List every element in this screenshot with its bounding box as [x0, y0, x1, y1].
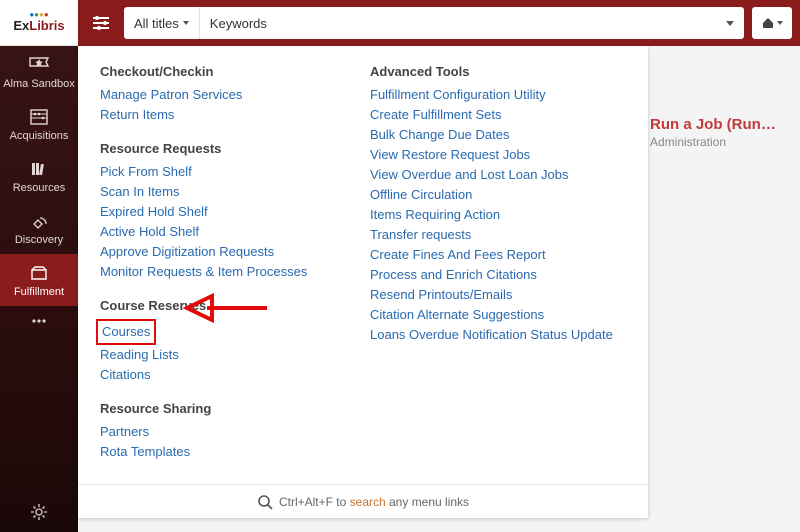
menu-item-partners[interactable]: Partners	[100, 422, 330, 442]
menu-item-return-items[interactable]: Return Items	[100, 105, 330, 125]
menu-item-reading-lists[interactable]: Reading Lists	[100, 345, 330, 365]
menu-item-approve-digitization-requests[interactable]: Approve Digitization Requests	[100, 242, 330, 262]
recent-activity-title: Run a Job (Run…	[650, 116, 790, 133]
topbar: All titles Keywords	[78, 0, 800, 46]
menu-group-checkout-checkin: Checkout/Checkin Manage Patron ServicesRe…	[100, 64, 330, 125]
menu-column-left: Checkout/CheckinManage Patron ServicesRe…	[100, 64, 330, 478]
menu-item-monitor-requests-item-processes[interactable]: Monitor Requests & Item Processes	[100, 262, 330, 282]
nav-more[interactable]	[0, 306, 78, 338]
hint-post: any menu links	[386, 495, 469, 509]
hint-pre: Ctrl+Alt+F to	[279, 495, 350, 509]
menu-item-fulfillment-configuration-utility[interactable]: Fulfillment Configuration Utility	[370, 85, 613, 105]
star-badge-icon	[28, 56, 50, 74]
menu-item-active-hold-shelf[interactable]: Active Hold Shelf	[100, 222, 330, 242]
menu-item-rota-templates[interactable]: Rota Templates	[100, 442, 330, 462]
menu-item-items-requiring-action[interactable]: Items Requiring Action	[370, 205, 613, 225]
home-dropdown-button[interactable]	[752, 7, 792, 39]
menu-item-resend-printouts-emails[interactable]: Resend Printouts/Emails	[370, 285, 613, 305]
satellite-icon	[28, 212, 50, 230]
menu-group-header: Resource Requests	[100, 141, 330, 156]
menu-item-bulk-change-due-dates[interactable]: Bulk Change Due Dates	[370, 125, 613, 145]
menu-item-offline-circulation[interactable]: Offline Circulation	[370, 185, 613, 205]
nav-alma-sandbox[interactable]: Alma Sandbox	[0, 46, 78, 98]
gear-icon	[29, 502, 49, 522]
menu-item-create-fulfillment-sets[interactable]: Create Fulfillment Sets	[370, 105, 613, 125]
menu-group-header: Advanced Tools	[370, 64, 613, 79]
menu-group-header: Resource Sharing	[100, 401, 330, 416]
menu-item-expired-hold-shelf[interactable]: Expired Hold Shelf	[100, 202, 330, 222]
menu-group-advanced-tools: Advanced Tools Fulfillment Configuration …	[370, 64, 613, 345]
nav-label: Discovery	[15, 234, 63, 246]
search-icon	[257, 494, 273, 510]
nav-label: Fulfillment	[14, 286, 64, 298]
menu-item-citations[interactable]: Citations	[100, 365, 330, 385]
menu-item-transfer-requests[interactable]: Transfer requests	[370, 225, 613, 245]
nav-acquisitions[interactable]: Acquisitions	[0, 98, 78, 150]
menu-search-hint: Ctrl+Alt+F to search any menu links	[78, 484, 648, 518]
books-icon	[28, 160, 50, 178]
menu-group-resource-sharing: Resource Sharing PartnersRota Templates	[100, 401, 330, 462]
home-icon	[761, 16, 775, 30]
menu-item-courses[interactable]: Courses	[102, 322, 150, 342]
search-scope-dropdown[interactable]: All titles	[124, 7, 200, 39]
menu-column-right: Advanced Tools Fulfillment Configuration …	[370, 64, 613, 478]
menu-item-create-fines-and-fees-report[interactable]: Create Fines And Fees Report	[370, 245, 613, 265]
logo[interactable]: ●●●● ExLibris	[0, 0, 78, 46]
chevron-down-icon	[726, 21, 734, 26]
menu-item-view-restore-request-jobs[interactable]: View Restore Request Jobs	[370, 145, 613, 165]
box-open-icon	[28, 264, 50, 282]
more-horizontal-icon	[28, 316, 50, 326]
nav-discovery[interactable]: Discovery	[0, 202, 78, 254]
menu-item-manage-patron-services[interactable]: Manage Patron Services	[100, 85, 330, 105]
menu-group-header: Course Reserves	[100, 298, 330, 313]
chevron-down-icon	[183, 21, 189, 25]
hint-highlight: search	[350, 495, 386, 509]
recent-activity-card[interactable]: Run a Job (Run… Administration	[650, 116, 790, 149]
menu-item-scan-in-items[interactable]: Scan In Items	[100, 182, 330, 202]
left-sidebar: ●●●● ExLibris Alma Sandbox Acquisitions …	[0, 0, 78, 532]
menu-item-process-and-enrich-citations[interactable]: Process and Enrich Citations	[370, 265, 613, 285]
nav-label: Resources	[13, 182, 66, 194]
menu-group-course-reserves: Course Reserves Courses Reading ListsCitat…	[100, 298, 330, 385]
search-mode-label: Keywords	[210, 16, 267, 31]
recent-activity-subtitle: Administration	[650, 135, 790, 149]
sliders-icon	[91, 14, 111, 32]
chevron-down-icon	[777, 21, 783, 25]
nav-label: Acquisitions	[10, 130, 69, 142]
abacus-icon	[28, 108, 50, 126]
nav-fulfillment[interactable]: Fulfillment	[0, 254, 78, 306]
filter-toggle-button[interactable]	[86, 8, 116, 38]
nav-resources[interactable]: Resources	[0, 150, 78, 202]
menu-group-resource-requests: Resource Requests Pick From ShelfScan In …	[100, 141, 330, 282]
annotation-highlight-box: Courses	[96, 319, 156, 345]
menu-item-view-overdue-and-lost-loan-jobs[interactable]: View Overdue and Lost Loan Jobs	[370, 165, 613, 185]
logo-text-part2: Libris	[29, 18, 64, 33]
menu-item-loans-overdue-notification-status-update[interactable]: Loans Overdue Notification Status Update	[370, 325, 613, 345]
nav-label: Alma Sandbox	[3, 78, 75, 90]
menu-item-pick-from-shelf[interactable]: Pick From Shelf	[100, 162, 330, 182]
settings-button[interactable]	[0, 492, 78, 532]
search-bar: All titles Keywords	[124, 7, 744, 39]
menu-item-citation-alternate-suggestions[interactable]: Citation Alternate Suggestions	[370, 305, 613, 325]
logo-text-part1: Ex	[13, 18, 29, 33]
fulfillment-mega-menu: Checkout/CheckinManage Patron ServicesRe…	[78, 46, 648, 518]
menu-group-header: Checkout/Checkin	[100, 64, 330, 79]
search-mode-dropdown[interactable]: Keywords	[200, 7, 744, 39]
search-scope-label: All titles	[134, 16, 179, 31]
